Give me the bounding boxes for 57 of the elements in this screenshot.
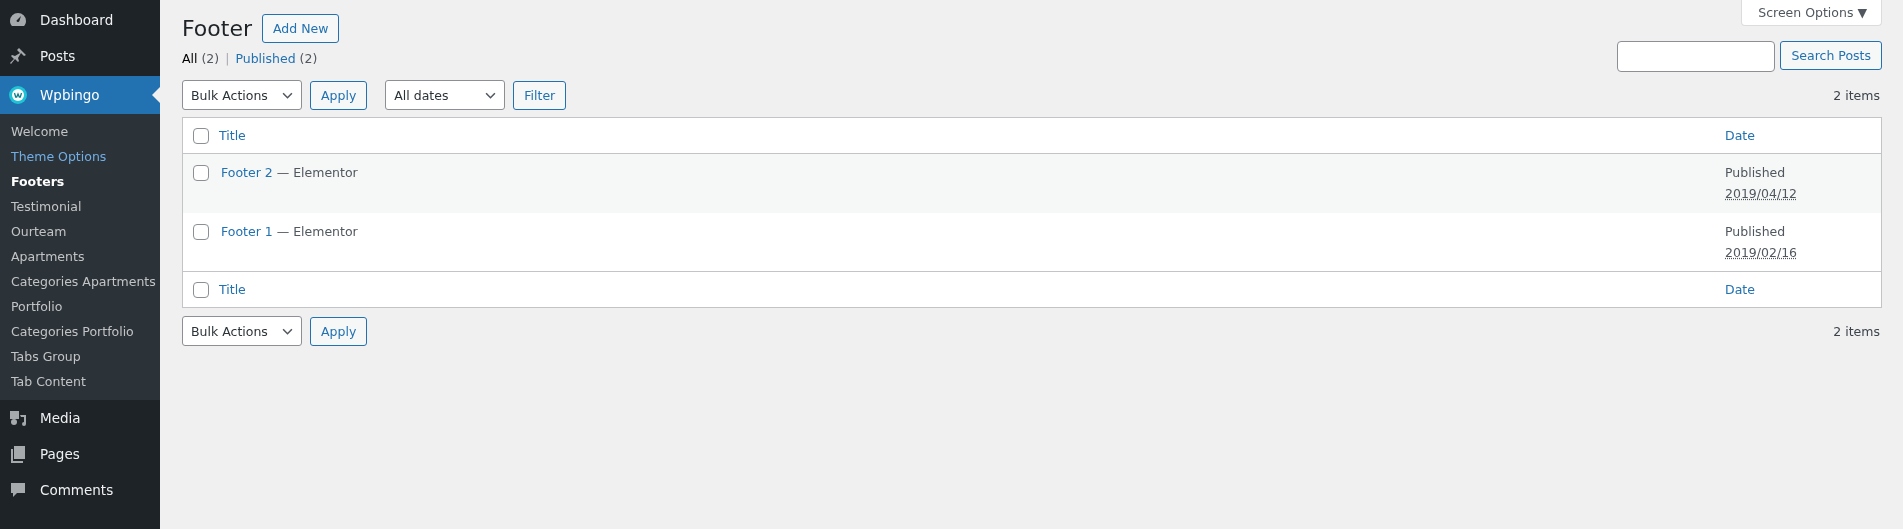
submenu-item[interactable]: Tabs Group (0, 344, 160, 369)
screen-options-tab[interactable]: Screen Options ▼ (1741, 0, 1882, 26)
filter-button[interactable]: Filter (513, 80, 567, 110)
submenu-item[interactable]: Theme Options (0, 144, 160, 169)
item-count: 2 items (1833, 323, 1881, 339)
search-field[interactable] (1617, 41, 1776, 72)
item-count: 2 items (1833, 87, 1881, 103)
menu-item[interactable]: Media (0, 402, 160, 434)
post-date: 2019/04/12 (1725, 185, 1798, 203)
menu-item[interactable]: Pages (0, 438, 160, 470)
date-filter-dropdown[interactable]: All dates (385, 80, 506, 110)
chevron-icon (282, 327, 293, 335)
column-header[interactable]: Date (1725, 282, 1881, 297)
post-state: — Elementor (276, 224, 358, 239)
page-title: Footer (182, 16, 252, 41)
pin-icon (8, 46, 28, 66)
media-icon (8, 408, 28, 428)
bulk-actions-dropdown[interactable]: Bulk Actions (182, 80, 302, 110)
submenu-item[interactable]: Portfolio (0, 294, 160, 319)
apply-button[interactable]: Apply (310, 80, 368, 110)
post-status: Published (1725, 223, 1787, 241)
speech-bubble-icon (8, 480, 28, 500)
bulk-actions-dropdown[interactable]: Bulk Actions (182, 316, 302, 346)
submenu-item[interactable]: Tab Content (0, 369, 160, 394)
submenu-item[interactable]: Welcome (0, 119, 160, 144)
logo-icon (8, 85, 28, 105)
pages-icon (8, 444, 28, 464)
separator: | (225, 51, 230, 66)
menu-item[interactable]: Comments (0, 474, 160, 506)
search-button[interactable]: Search Posts (1780, 41, 1882, 70)
menu-item[interactable]: Dashboard (0, 4, 160, 36)
column-header[interactable]: Date (1725, 128, 1881, 143)
column-header[interactable]: Title (219, 128, 1725, 143)
post-date: 2019/02/16 (1725, 244, 1798, 262)
view-link[interactable]: Published (2) (235, 51, 318, 66)
post-title-link[interactable]: Footer 2 (221, 165, 273, 180)
column-header[interactable]: Title (219, 282, 1725, 297)
checkbox[interactable] (193, 127, 209, 144)
checkbox[interactable] (193, 281, 209, 298)
submenu-item[interactable]: Categories Portfolio (0, 319, 160, 344)
submenu-item[interactable]: Apartments (0, 244, 160, 269)
apply-button[interactable]: Apply (310, 316, 368, 346)
checkbox[interactable] (193, 224, 209, 240)
post-status: Published (1725, 164, 1787, 182)
view-link[interactable]: All (2) (182, 51, 220, 66)
menu-item[interactable]: Wpbingo (0, 76, 160, 114)
chevron-icon (485, 91, 497, 99)
post-title-link[interactable]: Footer 1 (221, 224, 273, 239)
post-state: — Elementor (276, 165, 358, 180)
submenu-item[interactable]: Testimonial (0, 194, 160, 219)
submenu-item[interactable]: Ourteam (0, 219, 160, 244)
add-new-button[interactable]: Add New (262, 14, 340, 43)
submenu-item[interactable]: Footers (0, 169, 160, 194)
chevron-icon (282, 91, 293, 99)
submenu-item[interactable]: Categories Apartments (0, 269, 160, 294)
checkbox[interactable] (193, 165, 209, 181)
menu-item[interactable]: Posts (0, 40, 160, 72)
